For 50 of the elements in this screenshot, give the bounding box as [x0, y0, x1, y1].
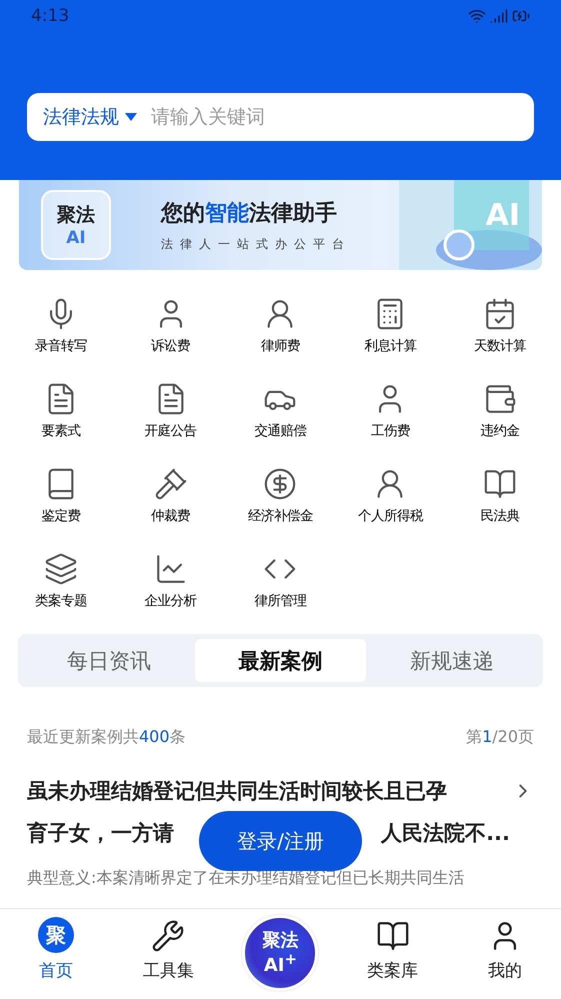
login-button[interactable]: 登录/注册 — [199, 811, 362, 871]
tool-item[interactable]: 仲裁费 — [116, 452, 226, 525]
wrench-icon — [151, 919, 186, 953]
tool-item[interactable]: 诉讼费 — [116, 282, 226, 355]
banner-subline: 法律人一站式办公平台 — [161, 236, 351, 252]
tool-item[interactable]: 开庭公告 — [116, 367, 226, 440]
status-time: 4:13 — [31, 6, 70, 26]
tool-item[interactable]: 律师费 — [226, 282, 336, 355]
nav-item[interactable]: 聚 首页 — [0, 916, 112, 983]
tool-item[interactable]: 录音转写 — [6, 282, 116, 355]
case-count: 最近更新案例共400条 — [27, 727, 186, 748]
tool-item[interactable]: 经济补偿金 — [226, 452, 336, 525]
tab[interactable]: 新规速递 — [366, 639, 538, 682]
tab[interactable]: 最新案例 — [194, 639, 366, 682]
tool-item[interactable]: 工伤费 — [335, 367, 446, 440]
tool-item[interactable]: 类案专题 — [6, 537, 116, 610]
promo-banner[interactable]: 聚法 AI 您的智能法律助手 法律人一站式办公平台 AI — [19, 180, 542, 270]
tool-item[interactable]: 违约金 — [445, 367, 555, 440]
tool-item[interactable]: 交通赔偿 — [226, 367, 336, 440]
tool-item[interactable]: 民法典 — [445, 452, 555, 525]
case-title[interactable]: 育子女，一方请 — [27, 819, 174, 847]
coin-icon — [263, 467, 298, 501]
nav-item[interactable]: 我的 — [448, 918, 561, 983]
case-title[interactable]: 人民法院不... — [381, 819, 510, 847]
gavel-icon — [154, 467, 188, 501]
layers-icon — [44, 552, 78, 586]
banner-art-text: AI — [486, 198, 520, 233]
banner-logo-text: AI — [66, 228, 86, 248]
tool-item[interactable]: 企业分析 — [116, 537, 226, 610]
nav-item[interactable]: 类案库 — [336, 918, 449, 983]
tool-item[interactable]: 利息计算 — [335, 282, 446, 355]
nav-item[interactable]: 工具集 — [112, 918, 224, 983]
home-icon: 聚 — [38, 917, 74, 953]
tool-item[interactable]: 天数计算 — [445, 282, 555, 355]
scope-dropdown[interactable]: 法律法规 — [43, 104, 137, 130]
caret-icon — [125, 113, 137, 121]
banner-headline: 您的智能法律助手 — [161, 200, 338, 228]
wallet-icon — [483, 382, 518, 416]
tool-item[interactable]: 律所管理 — [226, 537, 336, 610]
search-field[interactable]: 法律法规 请输入关键词 — [27, 93, 534, 141]
page-indicator: 第1/20页 — [466, 727, 534, 748]
banner-logo-text: 聚法 — [57, 203, 95, 228]
tool-item[interactable]: 鉴定费 — [6, 452, 116, 525]
tool-item[interactable]: 个人所得税 — [335, 452, 446, 525]
tool-item[interactable]: 要素式 — [6, 367, 116, 440]
signal-icon — [490, 7, 508, 25]
tab[interactable]: 每日资讯 — [23, 639, 195, 682]
wifi-icon — [468, 7, 486, 25]
case-title[interactable]: 虽未办理结婚登记但共同生活时间较长且已孕 — [27, 777, 447, 805]
book-icon — [376, 919, 410, 953]
